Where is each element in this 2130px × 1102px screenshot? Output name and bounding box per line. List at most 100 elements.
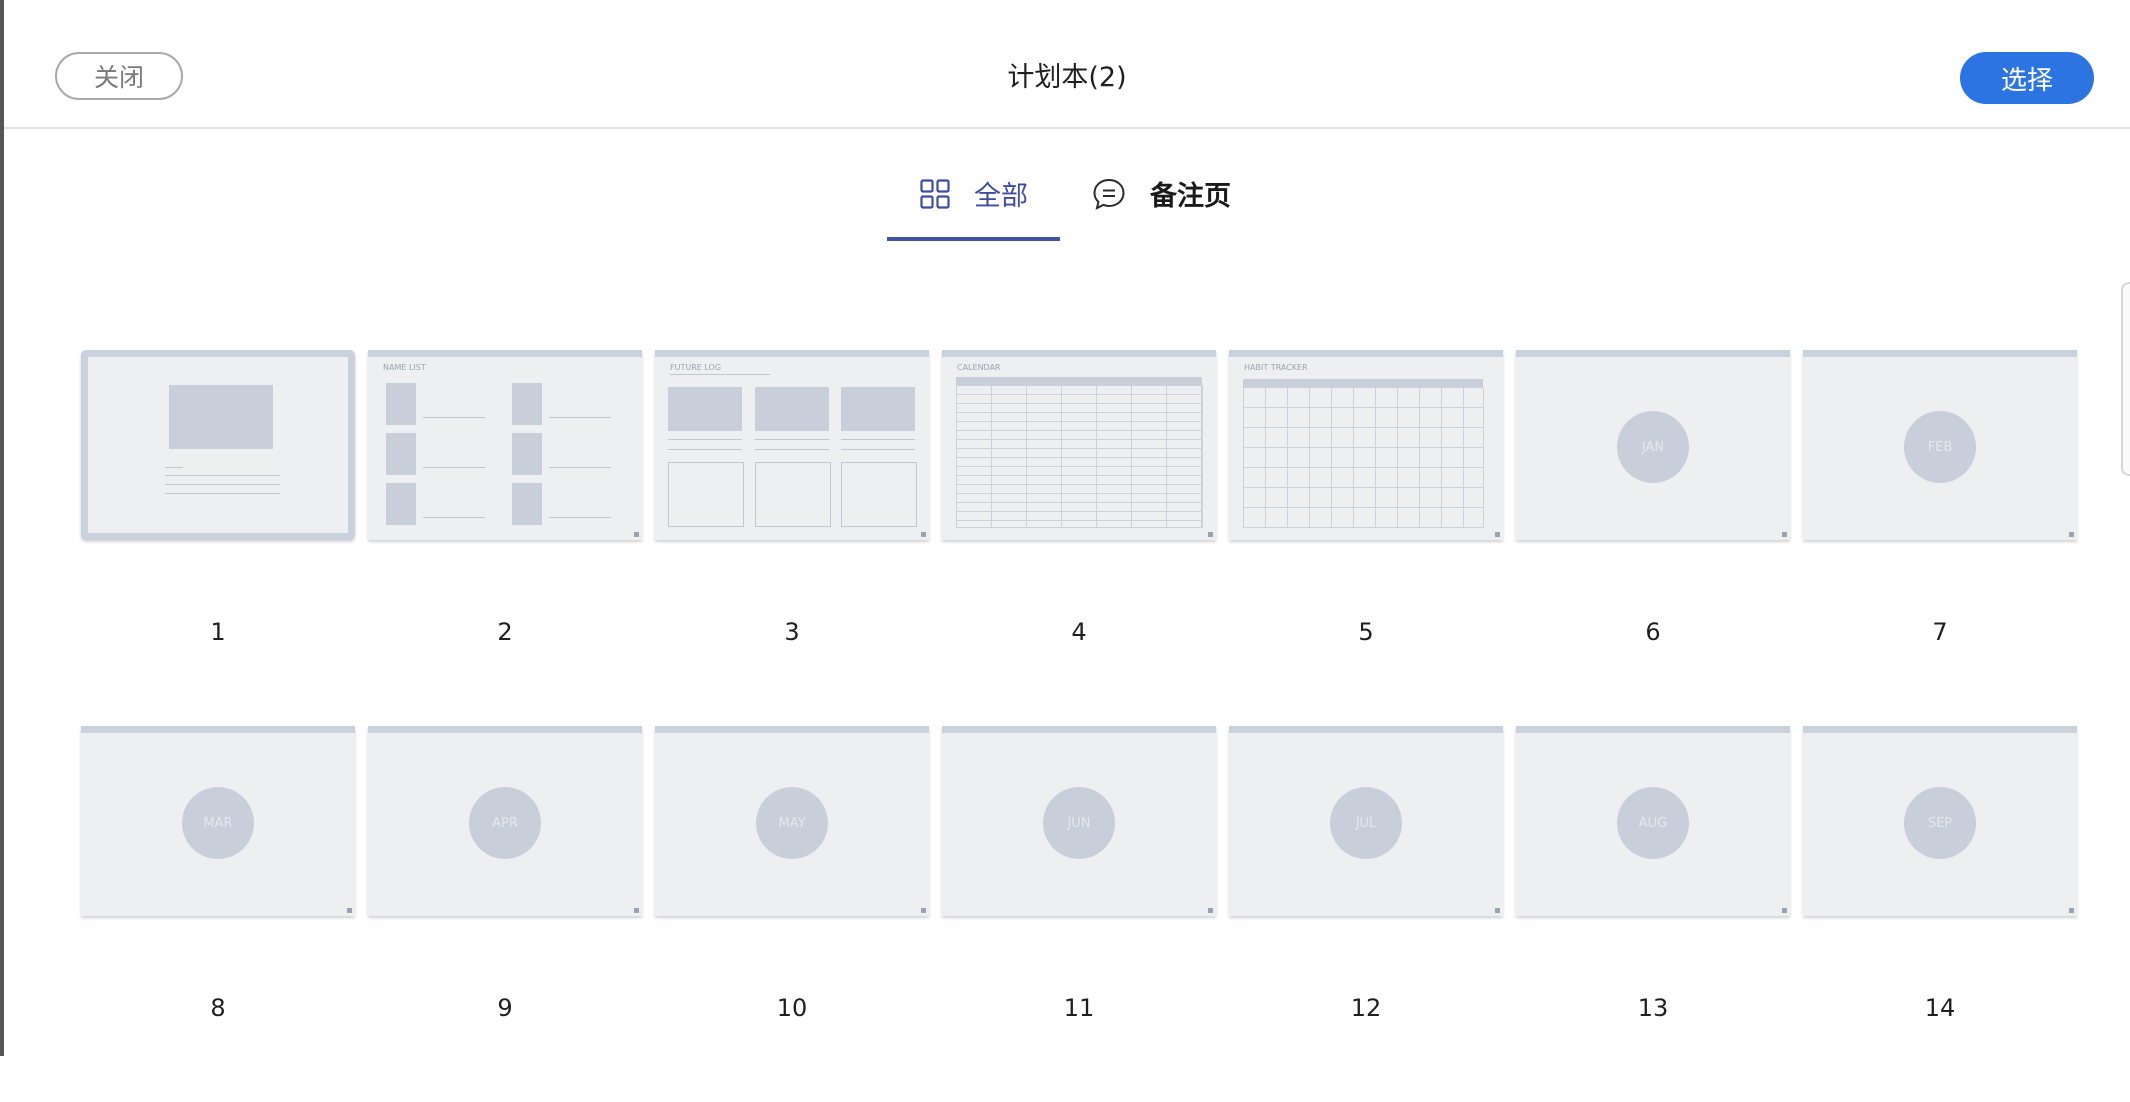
page-cell: AUG 13 bbox=[1516, 726, 1790, 1102]
page-thumbnail[interactable]: MAY bbox=[655, 726, 929, 916]
thumbnail-corner-mark bbox=[1782, 532, 1787, 537]
page-thumbnail[interactable]: SEP bbox=[1803, 726, 2077, 916]
text-line bbox=[755, 449, 829, 450]
page-cell: 1 bbox=[81, 350, 355, 726]
tab-all[interactable]: 全部 bbox=[920, 174, 1028, 213]
page-thumbnail[interactable]: CALENDAR bbox=[942, 350, 1216, 540]
page-number: 6 bbox=[1645, 618, 1661, 646]
cover-image-placeholder bbox=[169, 385, 273, 449]
image-placeholder bbox=[668, 387, 742, 431]
title-underline bbox=[670, 374, 770, 375]
photo-placeholder bbox=[386, 483, 416, 525]
text-line bbox=[423, 467, 485, 468]
page-thumbnail[interactable]: HABIT TRACKER bbox=[1229, 350, 1503, 540]
photo-placeholder bbox=[386, 433, 416, 475]
month-circle: SEP bbox=[1904, 787, 1976, 859]
page-cell: MAY 10 bbox=[655, 726, 929, 1102]
thumbnail-corner-mark bbox=[921, 908, 926, 913]
page-thumbnail[interactable]: NAME LIST bbox=[368, 350, 642, 540]
page-thumbnail[interactable]: APR bbox=[368, 726, 642, 916]
box-outline bbox=[755, 462, 831, 527]
photo-placeholder bbox=[512, 483, 542, 525]
page-thumbnail[interactable]: JUN bbox=[942, 726, 1216, 916]
page-number: 8 bbox=[210, 994, 226, 1022]
page-number: 5 bbox=[1358, 618, 1374, 646]
text-line bbox=[549, 517, 611, 518]
cover-line bbox=[165, 493, 280, 494]
page-cell: FUTURE LOG 3 bbox=[655, 350, 929, 726]
photo-placeholder bbox=[512, 383, 542, 425]
page-title: 计划本(2) bbox=[1007, 62, 1127, 93]
text-line bbox=[423, 417, 485, 418]
thumbnail-corner-mark bbox=[1782, 908, 1787, 913]
text-line bbox=[423, 517, 485, 518]
thumbnail-title: FUTURE LOG bbox=[670, 363, 722, 372]
tab-notes[interactable]: 备注页 bbox=[1092, 174, 1231, 213]
cover-line bbox=[165, 484, 280, 485]
text-line bbox=[841, 439, 915, 440]
tab-notes-label: 备注页 bbox=[1150, 181, 1231, 212]
page-thumbnail[interactable]: FUTURE LOG bbox=[655, 350, 929, 540]
month-circle: JUN bbox=[1043, 787, 1115, 859]
page-number: 4 bbox=[1071, 618, 1087, 646]
page-number: 13 bbox=[1637, 994, 1669, 1022]
page-cell: NAME LIST 2 bbox=[368, 350, 642, 726]
cover-line bbox=[165, 467, 183, 468]
table-header-bar bbox=[1243, 379, 1483, 387]
page-number: 2 bbox=[497, 618, 513, 646]
table-header-bar bbox=[956, 377, 1202, 385]
page-cell: JUL 12 bbox=[1229, 726, 1503, 1102]
page-thumbnail[interactable]: JUL bbox=[1229, 726, 1503, 916]
page-thumbnail[interactable]: MAR bbox=[81, 726, 355, 916]
box-outline bbox=[668, 462, 744, 527]
page-number: 14 bbox=[1924, 994, 1956, 1022]
active-tab-indicator bbox=[887, 237, 1060, 241]
thumbnail-corner-mark bbox=[347, 908, 352, 913]
page-thumbnail[interactable]: AUG bbox=[1516, 726, 1790, 916]
page-thumbnail-grid: 1 NAME LIST 2 FUTURE LOG 3 CALENDAR 4 HA… bbox=[81, 350, 2077, 1102]
photo-placeholder bbox=[512, 433, 542, 475]
month-circle: APR bbox=[469, 787, 541, 859]
page-cell: HABIT TRACKER 5 bbox=[1229, 350, 1503, 726]
page-number: 12 bbox=[1350, 994, 1382, 1022]
month-circle: MAR bbox=[182, 787, 254, 859]
thumbnail-corner-mark bbox=[1495, 532, 1500, 537]
image-placeholder bbox=[841, 387, 915, 431]
text-line bbox=[668, 449, 742, 450]
month-circle: JUL bbox=[1330, 787, 1402, 859]
page-cell: JAN 6 bbox=[1516, 350, 1790, 726]
thumbnail-title: CALENDAR bbox=[957, 363, 1001, 372]
side-panel-handle[interactable] bbox=[2121, 282, 2130, 476]
page-thumbnail[interactable]: FEB bbox=[1803, 350, 2077, 540]
text-line bbox=[841, 449, 915, 450]
table-grid bbox=[956, 385, 1203, 528]
cover-line bbox=[165, 475, 280, 476]
text-line bbox=[755, 439, 829, 440]
thumbnail-title: HABIT TRACKER bbox=[1244, 363, 1308, 372]
page-number: 1 bbox=[210, 618, 226, 646]
page-cell: JUN 11 bbox=[942, 726, 1216, 1102]
thumbnail-title: NAME LIST bbox=[383, 363, 426, 372]
photo-placeholder bbox=[386, 383, 416, 425]
page-cell: SEP 14 bbox=[1803, 726, 2077, 1102]
thumbnail-corner-mark bbox=[2069, 908, 2074, 913]
text-line bbox=[668, 439, 742, 440]
comment-icon bbox=[1092, 178, 1126, 210]
page-cell: MAR 8 bbox=[81, 726, 355, 1102]
text-line bbox=[549, 417, 611, 418]
image-placeholder bbox=[755, 387, 829, 431]
page-cell: CALENDAR 4 bbox=[942, 350, 1216, 726]
page-cell: FEB 7 bbox=[1803, 350, 2077, 726]
month-circle: JAN bbox=[1617, 411, 1689, 483]
month-circle: AUG bbox=[1617, 787, 1689, 859]
page-number: 10 bbox=[776, 994, 808, 1022]
thumbnail-corner-mark bbox=[634, 532, 639, 537]
thumbnail-corner-mark bbox=[921, 532, 926, 537]
page-cell: APR 9 bbox=[368, 726, 642, 1102]
table-grid bbox=[1243, 387, 1484, 528]
select-button[interactable]: 选择 bbox=[1960, 52, 2094, 104]
page-thumbnail[interactable]: JAN bbox=[1516, 350, 1790, 540]
month-circle: FEB bbox=[1904, 411, 1976, 483]
month-circle: MAY bbox=[756, 787, 828, 859]
page-thumbnail[interactable] bbox=[81, 350, 355, 540]
